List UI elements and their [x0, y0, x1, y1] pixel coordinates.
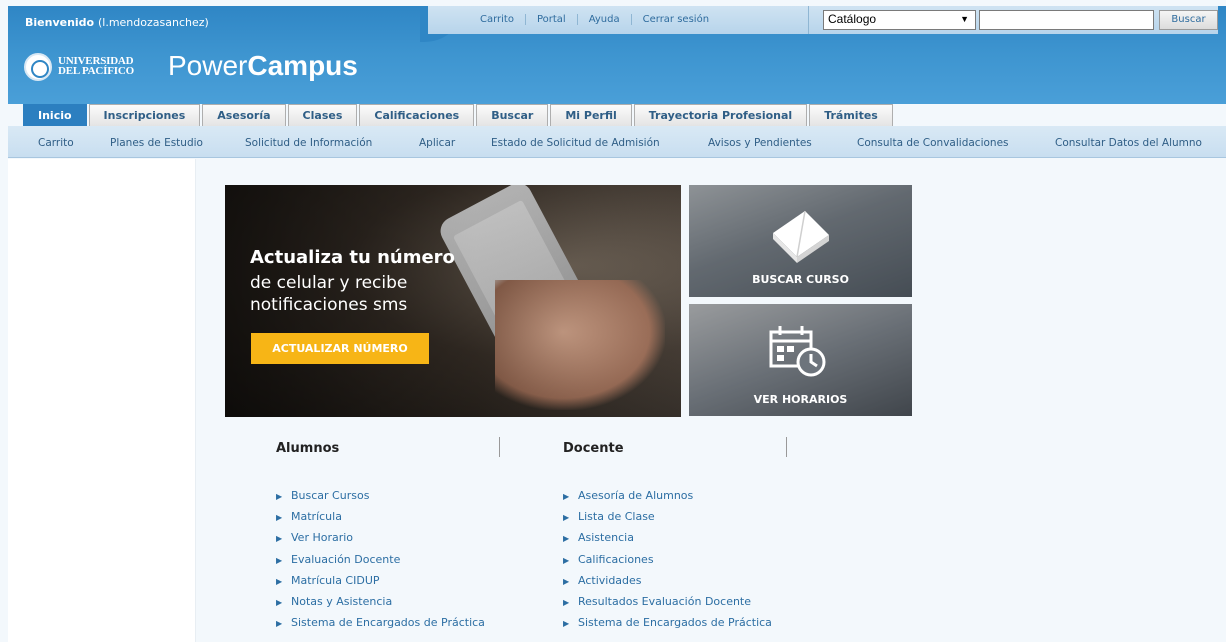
tab-calificaciones[interactable]: Calificaciones	[359, 104, 475, 126]
list-item[interactable]: ▶ Evaluación Docente	[276, 553, 485, 574]
tab-trayectoria-profesional[interactable]: Trayectoria Profesional	[633, 104, 808, 126]
bullet-icon: ▶	[276, 555, 283, 565]
brand-bold: Campus	[247, 50, 358, 81]
bullet-icon: ▶	[276, 597, 283, 607]
subnav-planes-de-estudio[interactable]: Planes de Estudio	[110, 137, 203, 149]
bullet-icon: ▶	[276, 576, 283, 586]
bullet-icon: ▶	[563, 513, 570, 523]
university-seal-icon	[24, 53, 52, 81]
list-item[interactable]: ▶ Calificaciones	[563, 553, 772, 574]
bullet-icon: ▶	[276, 513, 283, 523]
link-asistencia[interactable]: Asistencia	[578, 531, 634, 544]
search-button[interactable]: Buscar	[1159, 10, 1218, 30]
subnav-consultar-datos-del-alumno[interactable]: Consultar Datos del Alumno	[1055, 137, 1202, 149]
bullet-icon: ▶	[276, 492, 283, 501]
bullet-icon: ▶	[563, 597, 570, 607]
brand-name: PowerCampus	[168, 50, 358, 82]
link-sistema-encargados-practica[interactable]: Sistema de Encargados de Práctica	[291, 616, 485, 629]
list-item[interactable]: ▶ Asistencia	[563, 531, 772, 552]
logo-text-line2: DEL PACÍFICO	[58, 65, 134, 77]
link-sistema-encargados-practica-docente[interactable]: Sistema de Encargados de Práctica	[578, 616, 772, 629]
bullet-icon: ▶	[563, 576, 570, 586]
tab-inicio[interactable]: Inicio	[23, 104, 87, 126]
list-item[interactable]: ▶ Buscar Cursos	[276, 489, 485, 510]
update-number-button[interactable]: ACTUALIZAR NÚMERO	[251, 333, 429, 364]
list-item[interactable]: ▶ Matrícula	[276, 510, 485, 531]
main-tabs: Inicio Inscripciones Asesoría Clases Cal…	[23, 104, 893, 126]
list-item[interactable]: ▶ Actividades	[563, 574, 772, 595]
list-item[interactable]: ▶ Sistema de Encargados de Práctica	[563, 616, 772, 637]
catalog-select-value: Catálogo	[828, 12, 877, 26]
subnav-consulta-de-convalidaciones[interactable]: Consulta de Convalidaciones	[857, 137, 1009, 149]
alumnos-separator	[499, 437, 500, 457]
brand-light: Power	[168, 50, 248, 81]
hero-title: Actualiza tu número	[250, 247, 455, 268]
list-item[interactable]: ▶ Asesoría de Alumnos	[563, 489, 772, 510]
link-calificaciones[interactable]: Calificaciones	[578, 553, 654, 566]
hero-subtitle: de celular y recibe notificaciones sms	[250, 273, 408, 315]
catalog-select[interactable]: Catálogo ▼	[823, 10, 976, 30]
subnav-estado-de-solicitud[interactable]: Estado de Solicitud de Admisión	[491, 137, 660, 149]
docente-links: ▶ Asesoría de Alumnos ▶ Lista de Clase ▶ As…	[563, 489, 772, 637]
username: (l.mendozasanchez)	[97, 16, 209, 29]
top-separator	[808, 6, 809, 34]
list-item[interactable]: ▶ Lista de Clase	[563, 510, 772, 531]
alumnos-heading: Alumnos	[276, 441, 340, 456]
list-item[interactable]: ▶ Matrícula CIDUP	[276, 574, 485, 595]
subnav-solicitud-de-informacion[interactable]: Solicitud de Información	[245, 137, 372, 149]
link-matricula-cidup[interactable]: Matrícula CIDUP	[291, 574, 380, 587]
bullet-icon: ▶	[563, 619, 570, 629]
ver-horarios-tile[interactable]: VER HORARIOS	[689, 304, 912, 416]
hero-banner[interactable]: Actualiza tu número de celular y recibe …	[225, 185, 681, 417]
subnav-avisos-y-pendientes[interactable]: Avisos y Pendientes	[708, 137, 812, 149]
tab-buscar[interactable]: Buscar	[476, 104, 549, 126]
buscar-curso-label: BUSCAR CURSO	[752, 273, 849, 286]
link-resultados-evaluacion-docente[interactable]: Resultados Evaluación Docente	[578, 595, 751, 608]
link-actividades[interactable]: Actividades	[578, 574, 642, 587]
search-input[interactable]	[979, 10, 1154, 30]
link-lista-de-clase[interactable]: Lista de Clase	[578, 510, 655, 523]
calendar-clock-icon	[769, 326, 826, 377]
sub-navigation: Carrito Planes de Estudio Solicitud de I…	[8, 126, 1226, 158]
top-links: Carrito Portal Ayuda Cerrar sesión	[469, 14, 720, 25]
list-item[interactable]: ▶ Resultados Evaluación Docente	[563, 595, 772, 616]
list-item[interactable]: ▶ Notas y Asistencia	[276, 595, 485, 616]
bullet-icon: ▶	[276, 619, 283, 629]
list-item[interactable]: ▶ Sistema de Encargados de Práctica	[276, 616, 485, 637]
link-notas-y-asistencia[interactable]: Notas y Asistencia	[291, 595, 392, 608]
subnav-aplicar[interactable]: Aplicar	[419, 137, 455, 149]
book-icon	[773, 210, 829, 263]
bullet-icon: ▶	[276, 534, 283, 544]
dropdown-arrow-icon: ▼	[960, 14, 969, 24]
bullet-icon: ▶	[563, 534, 570, 544]
docente-heading: Docente	[563, 441, 624, 456]
tab-tramites[interactable]: Trámites	[809, 104, 893, 126]
list-item[interactable]: ▶ Ver Horario	[276, 531, 485, 552]
top-link-cerrar-sesion[interactable]: Cerrar sesión	[632, 14, 720, 25]
link-evaluacion-docente[interactable]: Evaluación Docente	[291, 553, 400, 566]
tab-inscripciones[interactable]: Inscripciones	[88, 104, 201, 126]
link-buscar-cursos[interactable]: Buscar Cursos	[291, 489, 369, 502]
tab-mi-perfil[interactable]: Mi Perfil	[550, 104, 632, 126]
link-matricula[interactable]: Matrícula	[291, 510, 342, 523]
buscar-curso-tile[interactable]: BUSCAR CURSO	[689, 185, 912, 297]
subnav-carrito[interactable]: Carrito	[38, 137, 74, 149]
welcome-message: Bienvenido (l.mendozasanchez)	[25, 16, 209, 29]
top-link-portal[interactable]: Portal	[526, 14, 578, 25]
link-ver-horario[interactable]: Ver Horario	[291, 531, 353, 544]
left-panel	[8, 159, 196, 642]
link-asesoria-de-alumnos[interactable]: Asesoría de Alumnos	[578, 489, 693, 502]
ver-horarios-label: VER HORARIOS	[753, 393, 848, 406]
top-link-carrito[interactable]: Carrito	[469, 14, 526, 25]
bullet-icon: ▶	[563, 492, 570, 501]
bullet-icon: ▶	[563, 555, 570, 565]
university-logo-text: UNIVERSIDAD DEL PACÍFICO	[58, 56, 134, 77]
tab-clases[interactable]: Clases	[287, 104, 358, 126]
alumnos-links: ▶ Buscar Cursos ▶ Matrícula ▶ Ver Horario ▶…	[276, 489, 485, 637]
tab-asesoria[interactable]: Asesoría	[202, 104, 286, 126]
welcome-label: Bienvenido	[25, 16, 95, 29]
top-link-ayuda[interactable]: Ayuda	[578, 14, 632, 25]
docente-separator	[786, 437, 787, 457]
